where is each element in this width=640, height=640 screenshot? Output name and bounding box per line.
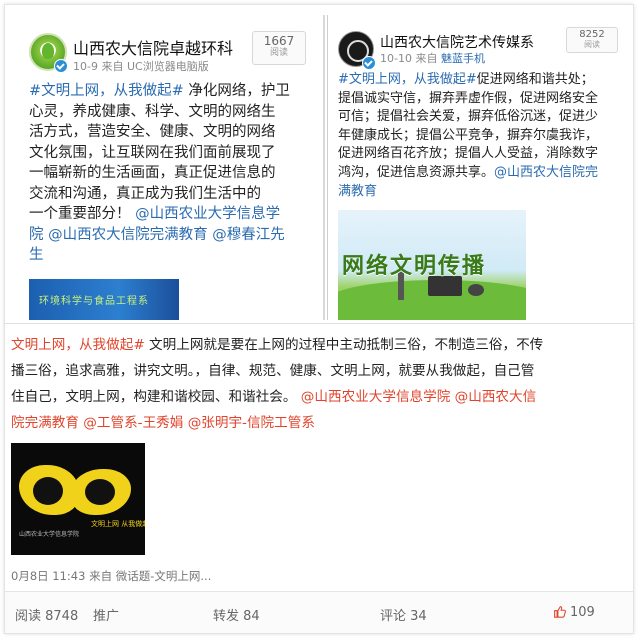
column-divider bbox=[323, 15, 325, 320]
post-meta: 10-9 来自 UC浏览器电脑版 bbox=[73, 58, 209, 74]
post-source-prefix: 来自 bbox=[415, 52, 438, 65]
read-label: 阅读 bbox=[584, 40, 600, 49]
body-line: 一幅崭新的生活画面，真正促进信息的 bbox=[29, 165, 276, 181]
image-caption: 环境科学与食品工程系 bbox=[39, 296, 149, 307]
read-count: 1667 bbox=[263, 34, 295, 48]
mention-link[interactable]: @山西农业大学信息学院 bbox=[301, 389, 451, 405]
post-body: #文明上网，从我做起#促进网络和谐共处； 提倡诚实守信，摒弃弄虚作假，促进网络安… bbox=[338, 71, 630, 201]
post-meta: 0月8日 11:43 来自 微话题-文明上网... bbox=[11, 569, 212, 583]
post-image-thumbnail[interactable]: 文明上网 从我做起 山西农业大学信息学院 bbox=[11, 443, 145, 555]
read-count: 8252 bbox=[579, 29, 605, 40]
read-count-label: 阅读 8748 bbox=[15, 609, 79, 624]
forward-button[interactable]: 转发 84 bbox=[213, 605, 260, 624]
verified-badge-icon bbox=[362, 56, 376, 70]
like-button[interactable]: 109 bbox=[553, 605, 595, 620]
image-caption: 山西农业大学信息学院 bbox=[19, 531, 80, 538]
read-count-box: 1667 阅读 bbox=[252, 31, 306, 65]
mention-link[interactable]: @穆春江先 bbox=[212, 227, 285, 243]
hashtag-link[interactable]: #文明上网，从我做起# bbox=[338, 72, 477, 87]
mention-link[interactable]: @工管系-王秀娟 bbox=[83, 415, 183, 431]
weibo-post-bottom-body: 文明上网，从我做起# 文明上网就是要在上网的过程中主动抵制三俗，不制造三俗，不传… bbox=[11, 332, 633, 436]
read-label: 阅读 bbox=[269, 48, 288, 58]
mention-link[interactable]: @山西农大信 bbox=[455, 389, 537, 405]
body-line: 活方式，营造安全、健康、文明的网络 bbox=[29, 124, 276, 140]
thumbs-up-icon bbox=[554, 606, 566, 618]
body-line: 促进网络和谐共处； bbox=[476, 72, 594, 87]
mention-link[interactable]: @山西农业大学信息学 bbox=[135, 206, 280, 222]
hashtag-link[interactable]: #文明上网，从我做起# bbox=[29, 83, 184, 99]
post-source-link[interactable]: 魅蓝手机 bbox=[441, 52, 485, 65]
weibo-post-left: 山西农大信院卓越环科 10-9 来自 UC浏览器电脑版 1667 阅读 #文明上… bbox=[15, 15, 315, 320]
comment-button[interactable]: 评论 34 bbox=[380, 605, 427, 624]
body-text: 文明上网就是要在上网的过程中主动抵制三俗，不制造三俗，不传 bbox=[144, 337, 544, 353]
body-line: 交流和沟通，真正成为我们生活中的 bbox=[29, 185, 261, 202]
image-caption: 文明上网 从我做起 bbox=[91, 520, 145, 528]
body-line: 促进网络百花齐放；提倡人人受益，消除数字 bbox=[338, 146, 599, 162]
section-divider bbox=[5, 323, 633, 324]
leaf-shape bbox=[42, 43, 54, 59]
post-date: 10-10 bbox=[380, 52, 412, 65]
post-meta: 10-10 来自 魅蓝手机 bbox=[380, 50, 485, 66]
body-line-3: 住自己，文明上网，构建和谐校园、和谐社会。 @山西农业大学信息学院 @山西农大信 bbox=[11, 384, 633, 410]
mention-link[interactable]: @山西农大信院完满教育 bbox=[48, 227, 208, 243]
read-count-box: 8252 阅读 bbox=[566, 27, 618, 53]
body-line: 提倡诚实守信，摒弃弄虚作假，促进网络安全 bbox=[338, 90, 599, 106]
mouse-icon bbox=[468, 284, 484, 296]
post-source: 来自 UC浏览器电脑版 bbox=[101, 60, 209, 73]
mention-link[interactable]: 生 bbox=[29, 247, 44, 263]
body-line: 一个重要部分！ bbox=[29, 206, 131, 222]
mention-link[interactable]: 满教育 bbox=[338, 184, 377, 199]
post-image-thumbnail[interactable]: 网络文明传播 bbox=[338, 210, 526, 320]
verified-badge-icon bbox=[54, 59, 68, 73]
hashtag-link[interactable]: 文明上网，从我做起# bbox=[11, 337, 145, 353]
body-line: 净化网络，护卫 bbox=[188, 83, 290, 99]
action-bar: 阅读 8748 推广 转发 84 评论 34 109 bbox=[5, 591, 633, 633]
body-line-2: 播三俗，追求高雅，讲究文明。，自律、规范、健康、文明上网，就要从我做起，自己管 bbox=[11, 363, 535, 379]
body-text: 住自己，文明上网，构建和谐校园、和谐社会。 bbox=[11, 389, 297, 405]
screenshot-frame: 山西农大信院卓越环科 10-9 来自 UC浏览器电脑版 1667 阅读 #文明上… bbox=[4, 4, 634, 634]
post-date: 10-9 bbox=[73, 60, 98, 73]
body-line: 心灵，养成健康、科学、文明的网络生 bbox=[29, 103, 276, 120]
post-body: #文明上网，从我做起# 净化网络，护卫 心灵，养成健康、科学、文明的网络生 活方… bbox=[29, 81, 311, 266]
body-line: 年健康成长；提倡公平竞争，摒弃尔虞我诈， bbox=[338, 127, 599, 143]
mention-link[interactable]: @张明宇-信院工管系 bbox=[188, 415, 315, 431]
account-name[interactable]: 山西农大信院艺术传媒系 bbox=[380, 32, 534, 52]
mention-link[interactable]: 院 bbox=[29, 227, 44, 243]
account-name[interactable]: 山西农大信院卓越环科 bbox=[73, 35, 233, 59]
like-count: 109 bbox=[570, 605, 595, 620]
weibo-post-right: 山西农大信院艺术传媒系 10-10 来自 魅蓝手机 8252 阅读 #文明上网，… bbox=[327, 15, 632, 320]
promote-button[interactable]: 推广 bbox=[93, 605, 119, 624]
mention-link[interactable]: @山西农大信院完 bbox=[494, 165, 598, 180]
image-title: 网络文明传播 bbox=[342, 254, 487, 279]
body-line: 文化氛围，让互联网在我们面前展现了 bbox=[29, 144, 276, 161]
graphic-shape bbox=[33, 477, 63, 505]
post-image-thumbnail[interactable]: 环境科学与食品工程系 bbox=[29, 279, 179, 320]
body-line-4: 院完满教育 @工管系-王秀娟 @张明宇-信院工管系 bbox=[11, 410, 633, 436]
body-line: 鸿沟，促进信息资源共享。 bbox=[338, 164, 495, 180]
body-line-1: 文明上网，从我做起# 文明上网就是要在上网的过程中主动抵制三俗，不制造三俗，不传 bbox=[11, 332, 633, 358]
graphic-shape bbox=[85, 479, 115, 505]
mention-link[interactable]: 院完满教育 bbox=[11, 415, 79, 431]
body-line: 可信；提倡社会关爱，摒弃低俗沉迷，促进少 bbox=[338, 109, 599, 125]
